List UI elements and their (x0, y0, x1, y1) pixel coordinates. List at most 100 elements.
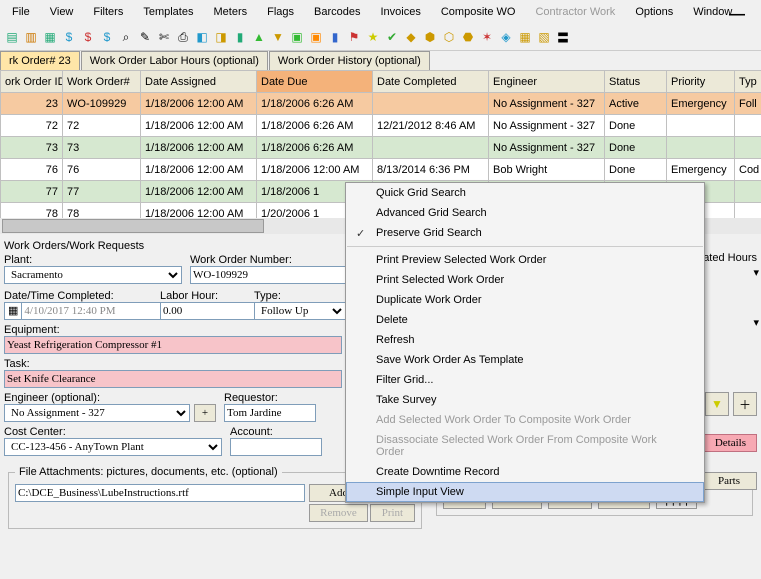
col-date-due[interactable]: Date Due (257, 71, 373, 93)
toolbar-icon[interactable]: ⚑ (346, 29, 362, 45)
plant-select[interactable]: Sacramento (4, 266, 182, 284)
toolbar-icon[interactable]: ▮ (327, 29, 343, 45)
col-date-completed[interactable]: Date Completed (373, 71, 489, 93)
table-row[interactable]: 72721/18/2006 12:00 AM1/18/2006 6:26 AM1… (1, 115, 761, 137)
toolbar-icon[interactable]: $ (61, 29, 77, 45)
date-time-completed-input[interactable] (21, 302, 162, 320)
work-order-number-input[interactable] (190, 266, 348, 284)
cost-center-label: Cost Center: (4, 426, 222, 438)
estimated-hours-label: ated Hours (703, 252, 757, 264)
context-item[interactable]: Delete (346, 310, 704, 330)
toolbar-icon[interactable]: ⬣ (460, 29, 476, 45)
col-work-order-num[interactable]: Work Order# (63, 71, 141, 93)
equipment-input[interactable] (4, 336, 342, 354)
cell: Bob Wright (489, 159, 605, 181)
calendar-icon[interactable]: ▦ (4, 302, 21, 320)
cell (735, 137, 761, 159)
toolbar-icon[interactable]: ▦ (42, 29, 58, 45)
menu-file[interactable]: File (2, 4, 40, 20)
details-button[interactable]: Details (704, 434, 757, 452)
menu-options[interactable]: Options (625, 4, 683, 20)
menu-composite-wo[interactable]: Composite WO (431, 4, 526, 20)
toolbar-icon[interactable]: ✎ (137, 29, 153, 45)
context-item[interactable]: Filter Grid... (346, 370, 704, 390)
attachment-path-input[interactable] (15, 484, 305, 502)
context-item[interactable]: Take Survey (346, 390, 704, 410)
toolbar-icon[interactable]: ▲ (251, 29, 267, 45)
table-row[interactable]: 73731/18/2006 12:00 AM1/18/2006 6:26 AMN… (1, 137, 761, 159)
table-row[interactable]: 23WO-1099291/18/2006 12:00 AM1/18/2006 6… (1, 93, 761, 115)
scrollbar-thumb[interactable] (2, 219, 264, 233)
context-item[interactable]: Preserve Grid Search (346, 223, 704, 243)
menu-meters[interactable]: Meters (203, 4, 257, 20)
menu-flags[interactable]: Flags (257, 4, 304, 20)
context-item[interactable]: Advanced Grid Search (346, 203, 704, 223)
toolbar-icon[interactable]: ★ (365, 29, 381, 45)
toolbar-icon[interactable]: 〓 (555, 29, 571, 45)
account-input[interactable] (230, 438, 322, 456)
filter-button[interactable]: ▼ (705, 392, 729, 416)
toolbar-icon[interactable]: ✄ (156, 29, 172, 45)
toolbar-icon[interactable]: ◆ (403, 29, 419, 45)
cell: 1/18/2006 12:00 AM (141, 181, 257, 203)
toolbar-icon[interactable]: ▣ (289, 29, 305, 45)
tab-work-order-23[interactable]: rk Order# 23 (0, 51, 80, 70)
account-label: Account: (230, 426, 322, 438)
toolbar-icon[interactable]: ✶ (479, 29, 495, 45)
context-item[interactable]: Create Downtime Record (346, 462, 704, 482)
toolbar-icon[interactable]: ⬢ (422, 29, 438, 45)
table-row[interactable]: 76761/18/2006 12:00 AM1/18/2006 12:00 AM… (1, 159, 761, 181)
add-button[interactable]: ＋ (733, 392, 757, 416)
context-item[interactable]: Save Work Order As Template (346, 350, 704, 370)
col-status[interactable]: Status (605, 71, 667, 93)
type-select[interactable]: Follow Up (254, 302, 346, 320)
context-item[interactable]: Quick Grid Search (346, 183, 704, 203)
toolbar-icon[interactable]: ▼ (270, 29, 286, 45)
toolbar-icon[interactable]: ▣ (308, 29, 324, 45)
toolbar-icon[interactable]: ◈ (498, 29, 514, 45)
menu-barcodes[interactable]: Barcodes (304, 4, 370, 20)
toolbar-icon[interactable]: ▦ (517, 29, 533, 45)
dropdown-icon-2[interactable]: ▾ (753, 316, 759, 329)
context-item[interactable]: Print Selected Work Order (346, 270, 704, 290)
context-item[interactable]: Refresh (346, 330, 704, 350)
context-menu[interactable]: Quick Grid SearchAdvanced Grid SearchPre… (345, 182, 705, 503)
toolbar-icon[interactable]: $ (99, 29, 115, 45)
task-label: Task: (4, 358, 342, 370)
toolbar-icon[interactable]: ▤ (4, 29, 20, 45)
context-item[interactable]: Simple Input View (346, 482, 704, 502)
cost-center-select[interactable]: CC-123-456 - AnyTown Plant (4, 438, 222, 456)
add-engineer-button[interactable]: + (194, 404, 216, 422)
minimize-icon[interactable]: — (719, 4, 755, 26)
toolbar-icon[interactable]: ⬡ (441, 29, 457, 45)
col-priority[interactable]: Priority (667, 71, 735, 93)
engineer-select[interactable]: No Assignment - 327 (4, 404, 190, 422)
toolbar-icon[interactable]: ▧ (536, 29, 552, 45)
task-input[interactable] (4, 370, 342, 388)
cell: No Assignment - 327 (489, 115, 605, 137)
requestor-input[interactable] (224, 404, 316, 422)
menu-filters[interactable]: Filters (83, 4, 133, 20)
context-item[interactable]: Print Preview Selected Work Order (346, 250, 704, 270)
col-type[interactable]: Typ (735, 71, 761, 93)
parts-button[interactable]: Parts (701, 472, 757, 490)
col-work-order-id[interactable]: ork Order ID (1, 71, 63, 93)
tab-history[interactable]: Work Order History (optional) (269, 51, 430, 70)
toolbar-icon[interactable]: ◨ (213, 29, 229, 45)
toolbar-icon[interactable]: ✔ (384, 29, 400, 45)
toolbar-icon[interactable]: ▥ (23, 29, 39, 45)
toolbar-icon[interactable]: ▮ (232, 29, 248, 45)
toolbar-icon[interactable]: $ (80, 29, 96, 45)
toolbar-icon[interactable]: ◧ (194, 29, 210, 45)
col-engineer[interactable]: Engineer (489, 71, 605, 93)
col-date-assigned[interactable]: Date Assigned (141, 71, 257, 93)
context-item[interactable]: Duplicate Work Order (346, 290, 704, 310)
toolbar-icon[interactable]: ⌕ (118, 29, 134, 45)
tab-labor-hours[interactable]: Work Order Labor Hours (optional) (81, 51, 268, 70)
toolbar-icon[interactable]: ⎙ (175, 29, 191, 45)
est-hours-dropdown-icon[interactable]: ▾ (753, 266, 759, 279)
menu-templates[interactable]: Templates (133, 4, 203, 20)
menu-view[interactable]: View (40, 4, 84, 20)
menu-invoices[interactable]: Invoices (371, 4, 431, 20)
menu-contractor-work: Contractor Work (525, 4, 625, 20)
